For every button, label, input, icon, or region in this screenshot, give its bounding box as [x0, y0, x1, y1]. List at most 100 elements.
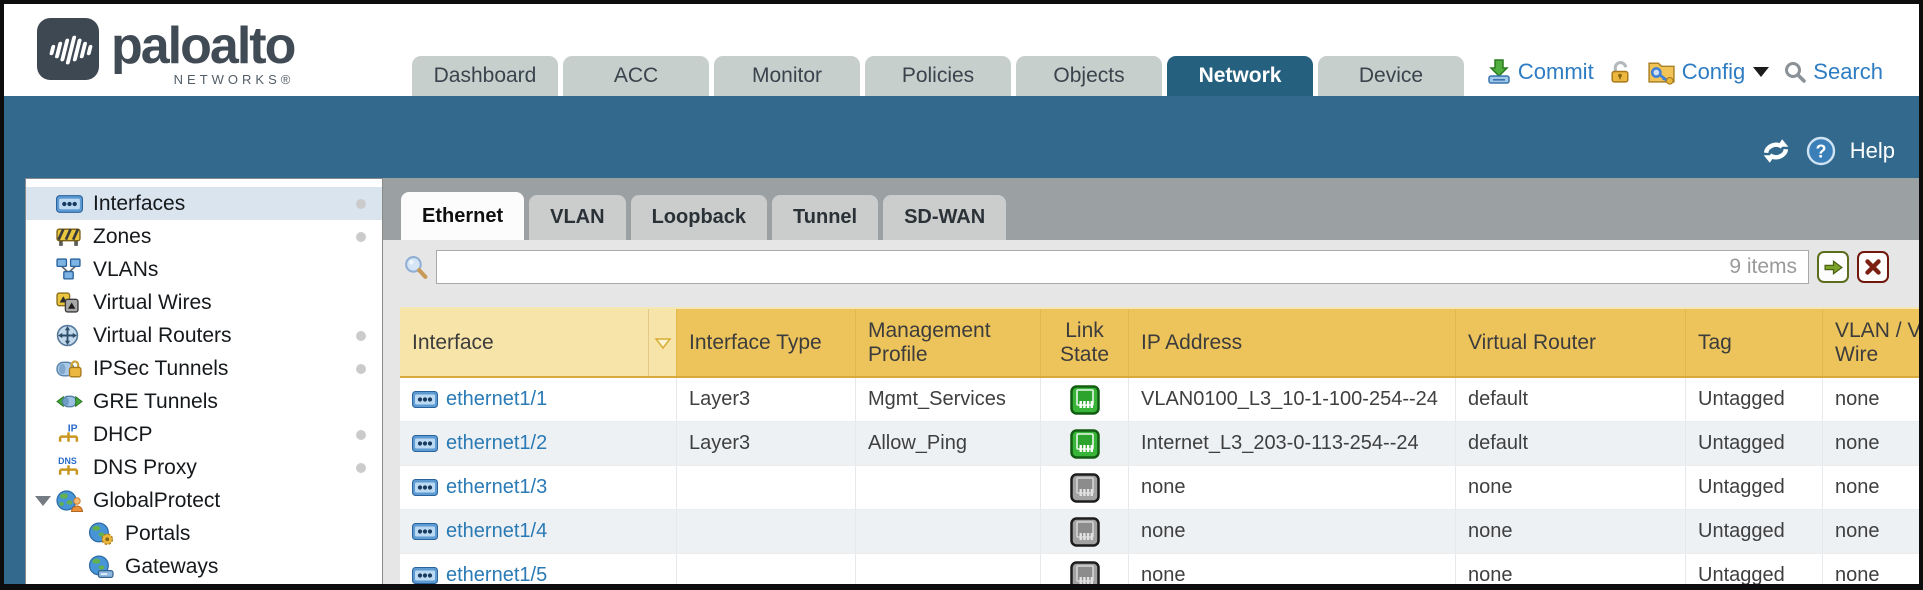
interface-link[interactable]: ethernet1/4 [446, 520, 547, 543]
svg-text:?: ? [1815, 142, 1826, 162]
sidebar-item-cutoff[interactable] [26, 583, 382, 584]
cell-tag: Untagged [1685, 466, 1822, 509]
col-virtual-router[interactable]: Virtual Router [1455, 309, 1685, 376]
sidebar-item-ipsec-tunnels[interactable]: IPSec Tunnels [26, 352, 382, 385]
virtual-routers-icon [56, 324, 83, 348]
tab-dashboard[interactable]: Dashboard [412, 56, 558, 96]
search-button[interactable]: Search [1813, 59, 1883, 85]
gre-tunnels-icon [56, 390, 83, 414]
subtab-vlan[interactable]: VLAN [529, 195, 625, 240]
col-ip-address[interactable]: IP Address [1128, 309, 1455, 376]
filter-bar: 9 items [383, 240, 1919, 294]
commit-button[interactable]: Commit [1518, 59, 1594, 85]
chevron-down-icon[interactable] [1753, 67, 1769, 77]
sidebar-item-vlans[interactable]: VLANs [26, 253, 382, 286]
main-content: Ethernet VLAN Loopback Tunnel SD-WAN 9 i… [383, 178, 1919, 584]
sidebar-item-zones[interactable]: Zones [26, 220, 382, 253]
cell-ip-address: none [1128, 510, 1455, 553]
sidebar-item-virtual-wires[interactable]: Virtual Wires [26, 286, 382, 319]
cell-interface-type [676, 510, 855, 553]
cell-management-profile [855, 554, 1040, 584]
col-tag[interactable]: Tag [1685, 309, 1822, 376]
table-row: ethernet1/5 none none Untagged none [400, 554, 1919, 584]
subtab-tunnel[interactable]: Tunnel [772, 195, 878, 240]
col-interface[interactable]: Interface [400, 309, 648, 376]
interface-link[interactable]: ethernet1/3 [446, 476, 547, 499]
link-down-icon [1070, 561, 1100, 585]
interfaces-table-area: Interface Interface Type Management Prof… [383, 294, 1919, 584]
subtab-sdwan[interactable]: SD-WAN [883, 195, 1006, 240]
virtual-wires-icon [56, 291, 83, 315]
tab-objects[interactable]: Objects [1016, 56, 1162, 96]
cell-virtual-router: none [1455, 510, 1685, 553]
sidebar-item-virtual-routers[interactable]: Virtual Routers [26, 319, 382, 352]
dns-proxy-icon: DNS [56, 456, 83, 480]
interface-icon [412, 523, 438, 540]
cell-tag: Untagged [1685, 422, 1822, 465]
cell-tag: Untagged [1685, 510, 1822, 553]
tab-network[interactable]: Network [1167, 56, 1313, 96]
expander-down-icon[interactable] [35, 496, 51, 506]
config-menu[interactable]: Config [1682, 59, 1746, 85]
paloalto-logo: paloalto NETWORKS® [37, 18, 294, 87]
interface-link[interactable]: ethernet1/5 [446, 564, 547, 584]
interface-link[interactable]: ethernet1/2 [446, 432, 547, 455]
top-utilities: Commit Config Search [1486, 58, 1883, 85]
sort-dropdown[interactable] [648, 309, 676, 376]
status-dot [356, 232, 366, 242]
config-icon[interactable] [1647, 58, 1676, 85]
teal-band: ? Help [4, 96, 1919, 178]
app-window: paloalto NETWORKS® Dashboard ACC Monitor… [0, 0, 1923, 590]
tab-acc[interactable]: ACC [563, 56, 709, 96]
interface-subtabs: Ethernet VLAN Loopback Tunnel SD-WAN [383, 178, 1919, 240]
col-vlan-virtual-wire[interactable]: VLAN / Virtual Wire [1822, 309, 1919, 376]
sidebar-item-globalprotect[interactable]: GlobalProtect [26, 484, 382, 517]
table-header: Interface Interface Type Management Prof… [400, 307, 1919, 378]
sidebar-item-gateways[interactable]: Gateways [26, 550, 382, 583]
apply-filter-button[interactable] [1817, 251, 1849, 283]
green-arrow-icon [1823, 259, 1844, 276]
refresh-icon[interactable] [1760, 138, 1792, 164]
tab-device[interactable]: Device [1318, 56, 1464, 96]
tab-monitor[interactable]: Monitor [714, 56, 860, 96]
link-up-icon [1070, 429, 1100, 459]
tab-policies[interactable]: Policies [865, 56, 1011, 96]
subtab-loopback[interactable]: Loopback [631, 195, 767, 240]
col-link-state[interactable]: Link State [1040, 309, 1128, 376]
items-count: 9 items [1729, 255, 1797, 279]
search-icon[interactable] [1783, 60, 1807, 84]
portals-icon [88, 522, 115, 546]
cell-vlan-virtual-wire: none [1822, 378, 1919, 421]
sidebar-item-dns-proxy[interactable]: DNS DNS Proxy [26, 451, 382, 484]
cell-tag: Untagged [1685, 554, 1822, 584]
sidebar-item-interfaces[interactable]: Interfaces [26, 187, 382, 220]
sidebar-item-dhcp[interactable]: IP DHCP [26, 418, 382, 451]
cell-interface-type [676, 466, 855, 509]
cell-tag: Untagged [1685, 378, 1822, 421]
gateways-icon [88, 555, 115, 579]
subtab-ethernet[interactable]: Ethernet [401, 192, 524, 240]
col-management-profile[interactable]: Management Profile [855, 309, 1040, 376]
col-interface-type[interactable]: Interface Type [676, 309, 855, 376]
interface-icon [412, 479, 438, 496]
help-icon[interactable]: ? [1806, 136, 1836, 166]
cell-management-profile: Allow_Ping [855, 422, 1040, 465]
cell-interface-type [676, 554, 855, 584]
commit-icon[interactable] [1486, 59, 1512, 85]
sidebar-item-gre-tunnels[interactable]: GRE Tunnels [26, 385, 382, 418]
clear-filter-button[interactable] [1857, 251, 1889, 283]
cell-virtual-router: default [1455, 378, 1685, 421]
status-dot [356, 331, 366, 341]
lock-icon[interactable] [1608, 60, 1633, 84]
help-button[interactable]: Help [1850, 138, 1895, 164]
status-dot [356, 430, 366, 440]
cell-management-profile [855, 510, 1040, 553]
main-nav-tabs: Dashboard ACC Monitor Policies Objects N… [412, 56, 1464, 96]
table-row: ethernet1/1 Layer3 Mgmt_Services VLAN010… [400, 378, 1919, 422]
cell-interface-type: Layer3 [676, 422, 855, 465]
filter-input[interactable] [436, 250, 1809, 284]
sidebar-item-portals[interactable]: Portals [26, 517, 382, 550]
table-row: ethernet1/4 none none Untagged none [400, 510, 1919, 554]
link-up-icon [1070, 385, 1100, 415]
interface-link[interactable]: ethernet1/1 [446, 388, 547, 411]
